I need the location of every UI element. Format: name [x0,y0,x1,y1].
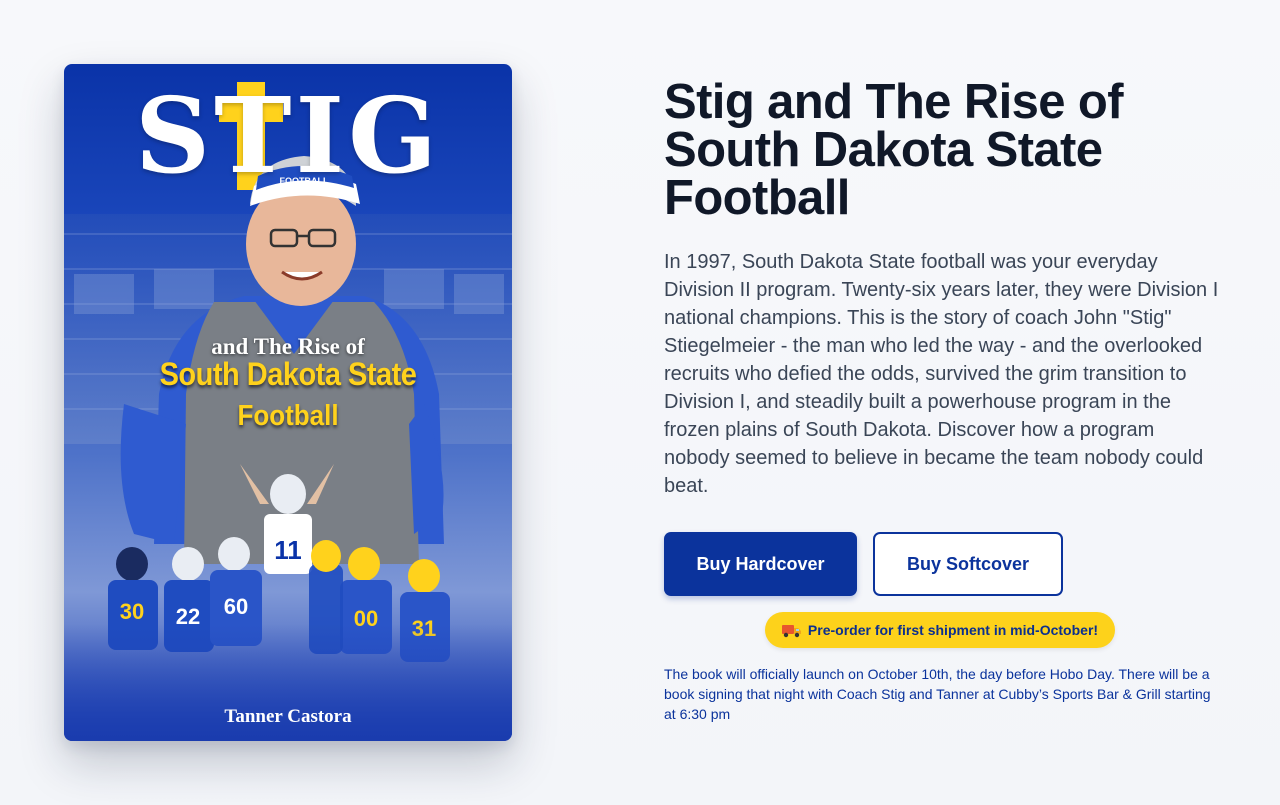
launch-note: The book will officially launch on Octob… [664,666,1211,722]
book-product-section: FOOTBALL 11 30 22 60 00 STIG and The Ris… [0,0,1280,805]
book-title: Stig and The Rise of South Dakota State … [664,75,1124,225]
svg-text:30: 30 [120,599,144,624]
preorder-badge: Pre-order for first shipment in mid-Octo… [765,612,1115,648]
book-info: Stig and The Rise of South Dakota State … [664,78,1224,500]
preorder-badge-text: Pre-order for first shipment in mid-Octo… [807,622,1099,638]
cover-subtitle-line2: South Dakota State [159,357,417,393]
svg-text:60: 60 [224,594,248,619]
buy-softcover-button[interactable]: Buy Softcover [873,532,1063,596]
cover-title-word: STIG [135,74,441,197]
center-jersey-number: 11 [274,535,302,565]
cover-subtitle-line3: Football [237,398,339,432]
cover-author-name: Tanner Castora [224,706,352,727]
delivery-truck-icon [781,622,802,638]
book-description: In 1997, South Dakota State football was… [664,251,1219,497]
book-cover-image: FOOTBALL 11 30 22 60 00 STIG and The Ris… [64,64,512,741]
buy-hardcover-button[interactable]: Buy Hardcover [664,532,857,596]
